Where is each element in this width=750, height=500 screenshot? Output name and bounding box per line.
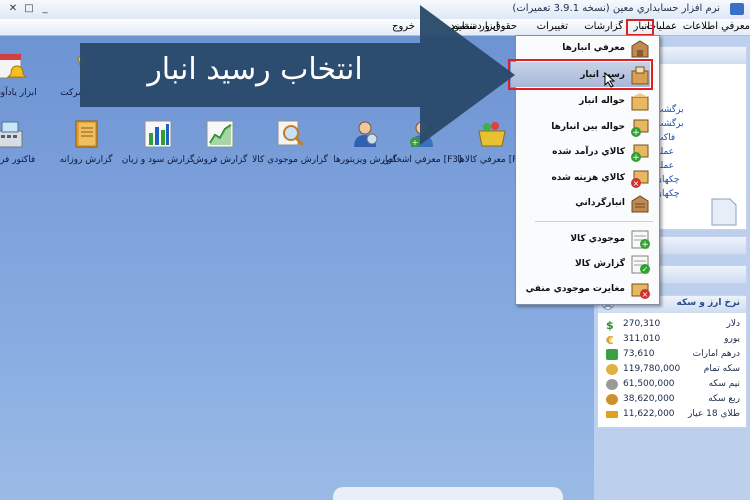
mouse-cursor-icon <box>604 72 616 88</box>
svg-text:×: × <box>633 179 640 188</box>
currency-row: 11,622,000 طلاي 18 عيار <box>598 408 746 422</box>
document-icon <box>711 198 737 226</box>
currency-name: يورو <box>724 334 740 344</box>
warehouse-box-icon <box>631 40 649 58</box>
currency-row: 61,500,000 نيم سکه <box>598 378 746 392</box>
negative-stock-icon: × <box>631 283 650 299</box>
currency-row: $ 270,310 دلار <box>598 318 746 332</box>
currency-value: 61,500,000 <box>623 379 675 389</box>
calendar-bell-icon <box>0 53 28 79</box>
euro-icon: € <box>606 334 614 347</box>
menu-separator <box>535 221 653 222</box>
desktop-icon-label: گزارش موجودي کالا <box>252 155 328 165</box>
currency-row: 119,780,000 سکه تمام <box>598 363 746 377</box>
bottom-decoration <box>333 487 563 500</box>
menu-item-income-goods[interactable]: + کالاي درآمد شده <box>516 140 657 165</box>
currency-name: نيم سکه <box>708 379 740 389</box>
menu-item-label: کالاي درآمد شده <box>552 147 625 157</box>
menu-item-transfer[interactable]: + حواله بين انبارها <box>516 115 657 140</box>
currency-name: درهم امارات <box>692 349 740 359</box>
dollar-icon: $ <box>606 319 614 332</box>
panel-section-currency: ︽ نرخ ارز و سکه $ 270,310 دلار € 311,010… <box>597 295 747 428</box>
coin-gold-icon <box>606 364 618 375</box>
currency-name: دلار <box>726 319 741 329</box>
window-title: نرم افزار حسابداري معين (نسخه 3.9.1 تعمي… <box>512 3 720 14</box>
gold-bar-icon <box>606 411 618 418</box>
menu-item-label: حواله انبار <box>579 96 625 106</box>
menu-item-stock[interactable]: + موجودي کالا <box>516 227 657 252</box>
svg-text:+: + <box>632 153 640 163</box>
menu-item-label: موجودي کالا <box>570 234 625 244</box>
maximize-icon[interactable]: □ <box>22 2 36 15</box>
menu-reports[interactable]: گزارشات <box>584 21 623 32</box>
currency-value: 73,610 <box>623 349 655 359</box>
cash-register-icon <box>0 121 23 148</box>
annotation-text: انتخاب رسید انبار <box>147 52 363 87</box>
report-sheet-check-icon: ✓ <box>631 255 650 274</box>
menu-item-goods-report[interactable]: ✓ گزارش کالا <box>516 252 657 277</box>
menu-highlight-box <box>626 19 654 36</box>
currency-value: 11,622,000 <box>623 409 675 419</box>
currency-name: سکه تمام <box>703 364 740 374</box>
svg-text:+: + <box>632 128 640 138</box>
desktop-icon-label: ابزار یادآوری <box>0 88 37 98</box>
menu-item-expense-goods[interactable]: × کالاي هزينه شده <box>516 166 657 191</box>
stocktake-icon <box>631 195 649 213</box>
selected-item-highlight-box <box>508 59 653 90</box>
menu-item-label: حواله بين انبارها <box>551 122 625 132</box>
app-icon <box>730 3 744 15</box>
currency-value: 270,310 <box>623 319 661 329</box>
dirham-icon <box>606 349 618 360</box>
menu-item-stocktake[interactable]: انبارگرداني <box>516 191 657 216</box>
coin-silver-icon <box>606 379 618 390</box>
income-plus-icon: + <box>631 144 649 163</box>
menu-item-label: معرفي انبارها <box>562 43 625 53</box>
desktop-icon-label: فاکتور فروش <box>0 155 36 165</box>
expense-x-icon: × <box>631 170 649 188</box>
currency-row: € 311,010 يورو <box>598 333 746 347</box>
menu-changes[interactable]: تغییرات <box>537 21 568 32</box>
desktop-icon-label: گزارش فروش <box>192 155 248 165</box>
menu-intro[interactable]: معرفي اطلاعات <box>683 21 750 32</box>
svg-text:+: + <box>641 240 649 250</box>
stock-sheet-plus-icon: + <box>631 230 650 250</box>
menu-item-label: مغايرت موجودي منفي <box>525 284 625 294</box>
currency-value: 311,010 <box>623 334 661 344</box>
currency-value: 119,780,000 <box>623 364 681 374</box>
menu-item-label: گزارش کالا <box>575 259 625 269</box>
svg-text:×: × <box>642 290 649 299</box>
desktop-icon-label: معرفي اشخاص [F3] <box>382 155 462 165</box>
desktop-icon-label: گزارش روزانه <box>59 155 113 165</box>
menu-item-label: کالاي هزينه شده <box>551 173 625 183</box>
menu-item-negative-stock[interactable]: × مغايرت موجودي منفي <box>516 277 657 302</box>
currency-row: 38,620,000 ربع سکه <box>598 393 746 407</box>
close-icon[interactable]: ✕ <box>6 2 20 15</box>
transfer-plus-icon: + <box>631 119 649 138</box>
currency-section-title: نرخ ارز و سکه <box>676 298 740 308</box>
currency-value: 38,620,000 <box>623 394 675 404</box>
menu-item-warehouses[interactable]: معرفي انبارها <box>516 36 657 61</box>
invoice-box-icon <box>631 93 649 111</box>
menu-item-warehouse-invoice[interactable]: حواله انبار <box>516 89 657 114</box>
currency-name: ربع سکه <box>708 394 740 404</box>
svg-text:✓: ✓ <box>642 265 649 274</box>
coin-bronze-icon <box>606 394 618 405</box>
currency-row: 73,610 درهم امارات <box>598 348 746 362</box>
currency-name: طلاي 18 عيار <box>688 409 740 419</box>
menu-item-label: انبارگرداني <box>575 198 625 208</box>
desktop-icon-sales-invoice[interactable]: فاکتور فروش <box>0 117 50 166</box>
desktop-icon-reminder[interactable]: ابزار یادآوری <box>0 50 48 99</box>
minimize-icon[interactable]: _ <box>38 2 52 15</box>
